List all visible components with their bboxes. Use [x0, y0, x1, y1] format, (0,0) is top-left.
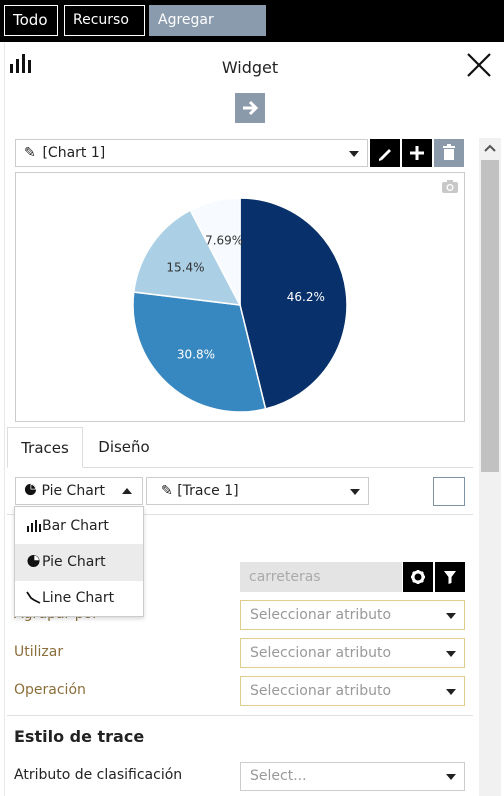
- chart-selector[interactable]: ✎ [Chart 1]: [15, 139, 368, 167]
- chart-area: 46.2% 30.8% 15.4% 7.69%: [15, 172, 465, 422]
- pencil-icon: ✎: [161, 483, 178, 499]
- menu-item-label: Line Chart: [42, 590, 115, 606]
- menu-item-label: Bar Chart: [42, 518, 109, 534]
- utilizar-placeholder: Seleccionar atributo: [250, 645, 392, 661]
- edit-chart-button[interactable]: [370, 139, 400, 167]
- utilizar-select[interactable]: Seleccionar atributo: [240, 638, 465, 668]
- pie-chart: 46.2% 30.8% 15.4%7.69%: [132, 197, 348, 413]
- bar-chart-icon: [27, 520, 41, 532]
- pie-slice-label-2: 15.4%: [166, 260, 204, 274]
- chart-selector-value: [Chart 1]: [42, 145, 106, 161]
- chart-type-select[interactable]: Pie Chart: [15, 477, 143, 505]
- panel-edge: [0, 42, 5, 796]
- agrupar-select[interactable]: Seleccionar atributo: [240, 600, 465, 630]
- menu-item-line-chart[interactable]: Line Chart: [15, 580, 143, 617]
- menu-item-label: Pie Chart: [42, 554, 106, 570]
- clasificacion-select[interactable]: Select...: [240, 762, 465, 791]
- panel-title: Widget: [221, 58, 279, 77]
- scrollbar-thumb[interactable]: [481, 160, 499, 472]
- trace-style-title: Estilo de trace: [14, 727, 145, 746]
- operacion-label: Operación: [14, 682, 86, 698]
- caret-down-icon: [446, 651, 456, 657]
- resource-input[interactable]: carreteras: [240, 562, 402, 592]
- scroll-up-icon[interactable]: [483, 142, 497, 154]
- next-arrow-button[interactable]: [235, 93, 265, 123]
- todo-button[interactable]: Todo: [4, 5, 58, 36]
- add-chart-button[interactable]: [402, 139, 432, 167]
- chart-type-value: Pie Chart: [41, 483, 106, 499]
- line-chart-icon: [26, 591, 41, 604]
- trace-selector[interactable]: ✎ [Trace 1]: [146, 477, 369, 505]
- menu-item-bar-chart[interactable]: Bar Chart: [15, 508, 143, 545]
- delete-chart-button[interactable]: [434, 139, 464, 167]
- operacion-placeholder: Seleccionar atributo: [250, 683, 392, 699]
- agrupar-placeholder: Seleccionar atributo: [250, 607, 392, 623]
- caret-up-icon: [122, 488, 132, 494]
- settings-button[interactable]: [403, 562, 433, 592]
- trace-selector-value: [Trace 1]: [177, 483, 239, 499]
- clasificacion-placeholder: Select...: [250, 768, 307, 784]
- trace-color-picker[interactable]: [433, 477, 465, 506]
- caret-down-icon: [446, 774, 456, 780]
- tab-diseno[interactable]: Diseño: [86, 427, 162, 468]
- pie-chart-icon: [27, 555, 40, 567]
- top-toolbar: Todo Recurso Agregar widget: [0, 0, 504, 57]
- arrow-right-icon: [243, 100, 259, 116]
- pencil-icon: [379, 149, 391, 161]
- pencil-icon: ✎: [24, 145, 36, 161]
- recurso-dropdown[interactable]: Recurso: [64, 5, 145, 52]
- menu-item-pie-chart[interactable]: Pie Chart: [15, 544, 143, 581]
- utilizar-label: Utilizar: [14, 644, 64, 660]
- section-divider: [7, 715, 473, 716]
- caret-down-icon: [349, 151, 359, 157]
- recurso-label: Recurso: [73, 12, 129, 28]
- close-icon[interactable]: [466, 52, 492, 78]
- filter-icon: [444, 571, 456, 584]
- caret-down-icon: [350, 489, 360, 495]
- caret-down-icon: [446, 613, 456, 619]
- trash-icon: [443, 144, 455, 160]
- caret-down-icon: [446, 689, 456, 695]
- operacion-select[interactable]: Seleccionar atributo: [240, 676, 465, 706]
- camera-icon[interactable]: [441, 179, 459, 194]
- pie-slice-label-3: 7.69%: [205, 234, 243, 248]
- pie-chart-icon: [24, 483, 37, 496]
- agregar-widget-button[interactable]: Agregar widget: [149, 5, 266, 57]
- pie-slice-label-1: 30.8%: [177, 348, 215, 362]
- clasificacion-label: Atributo de clasificación: [14, 767, 183, 783]
- filter-button[interactable]: [435, 562, 465, 592]
- tab-traces[interactable]: Traces: [7, 427, 83, 468]
- pie-slice-label-0: 46.2%: [287, 290, 325, 304]
- gear-icon: [411, 570, 425, 584]
- chart-type-menu: Bar Chart Pie Chart Line Chart: [14, 506, 144, 617]
- plus-icon: [410, 146, 424, 160]
